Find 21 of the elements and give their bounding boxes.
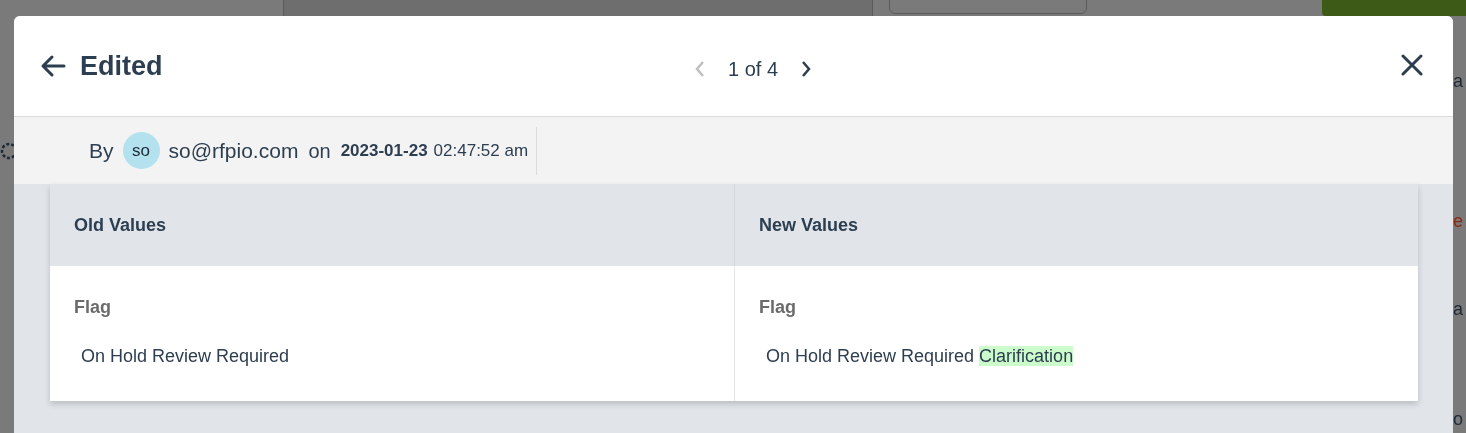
edit-time: 02:47:52 am <box>433 139 529 162</box>
by-label: By <box>89 137 114 164</box>
page-counter: 1 of 4 <box>727 57 780 82</box>
field-label: Flag <box>74 296 112 319</box>
field-label: Flag <box>759 296 797 319</box>
dialog-title: Edited <box>80 49 163 83</box>
edit-date: 2023-01-23 <box>340 139 428 162</box>
column-header: New Values <box>734 184 1418 266</box>
next-button[interactable] <box>800 60 813 78</box>
background-text: o <box>1453 408 1463 431</box>
back-button[interactable] <box>40 54 66 78</box>
background-text: e <box>1453 210 1463 233</box>
user-avatar: so <box>122 132 160 169</box>
field-value: On Hold Review Required Clarification <box>766 345 1075 368</box>
background-text: a <box>1453 70 1463 93</box>
field-value: On Hold Review Required <box>81 345 291 368</box>
user-email: so@rfpio.com <box>168 137 299 164</box>
column-header: Old Values <box>50 184 734 266</box>
on-label: on <box>308 138 331 164</box>
close-button[interactable] <box>1401 54 1423 76</box>
background-text: a <box>1453 298 1463 321</box>
